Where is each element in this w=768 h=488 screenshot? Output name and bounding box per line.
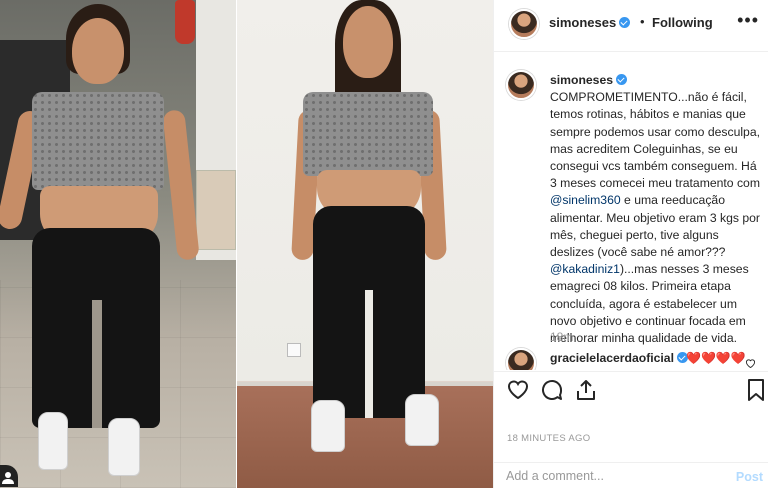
header-username[interactable]: simoneses <box>549 15 631 30</box>
caption-username[interactable]: simoneses <box>550 73 628 87</box>
post-timestamp[interactable]: 18 MINUTES AGO <box>507 433 590 444</box>
caption-time[interactable]: 18m <box>550 330 573 344</box>
comment-like-heart-icon[interactable] <box>745 358 756 368</box>
post-photo[interactable] <box>0 0 493 488</box>
comment-input[interactable] <box>506 469 716 483</box>
comment-text: ❤️❤️❤️❤️ <box>686 351 746 365</box>
action-bar <box>494 371 768 415</box>
comment-avatar[interactable] <box>506 348 536 370</box>
separator-dot: • <box>640 14 645 29</box>
caption-area: simoneses COMPROMETIMENTO...não é fácil,… <box>494 53 768 371</box>
person-after <box>237 0 493 488</box>
share-arrow-icon[interactable] <box>574 378 598 402</box>
caption-text: simoneses COMPROMETIMENTO...não é fácil,… <box>550 72 764 347</box>
comment-item: gracielelacerdaoficial ❤️❤️❤️❤️ <box>494 345 768 370</box>
person-before <box>0 0 236 488</box>
verified-badge-icon <box>616 74 628 85</box>
heart-outline-icon[interactable] <box>506 378 530 400</box>
verified-badge-icon <box>619 17 631 28</box>
header-avatar[interactable] <box>509 9 539 39</box>
comment-username[interactable]: gracielelacerdaoficial <box>550 351 688 365</box>
header-username-text[interactable]: simoneses <box>549 15 616 30</box>
mention-kakadiniz1-link[interactable]: @kakadiniz1 <box>550 262 620 276</box>
after-photo-panel <box>237 0 493 488</box>
post-header: simoneses • Following ••• <box>494 0 768 52</box>
add-comment-section: Post <box>494 462 768 488</box>
caption-avatar[interactable] <box>506 70 536 100</box>
post-sidebar: simoneses • Following ••• simoneses COMP… <box>493 0 768 488</box>
mention-sinelim360-link[interactable]: @sinelim360 <box>550 193 621 207</box>
more-options-icon[interactable]: ••• <box>737 10 759 30</box>
post-comment-button[interactable]: Post <box>736 470 763 484</box>
comment-username-text[interactable]: gracielelacerdaoficial <box>550 351 674 365</box>
comment-bubble-icon[interactable] <box>540 378 564 402</box>
caption-part-1: COMPROMETIMENTO...não é fácil, temos rot… <box>550 90 761 191</box>
caption-username-text[interactable]: simoneses <box>550 73 613 87</box>
bookmark-icon[interactable] <box>747 378 765 402</box>
before-photo-panel <box>0 0 236 488</box>
following-button[interactable]: Following <box>652 15 713 30</box>
